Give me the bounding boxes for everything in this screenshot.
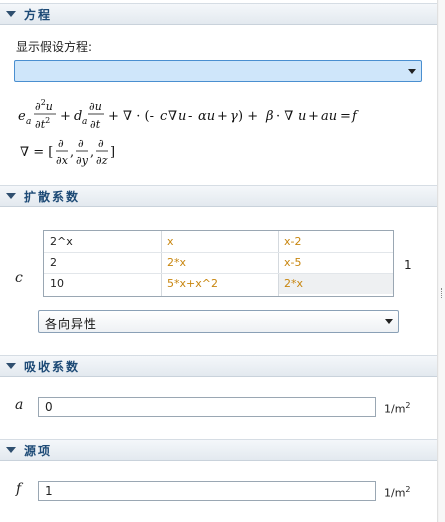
svg-text:a: a — [82, 117, 87, 127]
svg-text:+: + — [217, 109, 228, 124]
svg-text:∂: ∂ — [58, 137, 64, 150]
svg-text:∂: ∂ — [98, 137, 104, 150]
svg-text:∂t: ∂t — [90, 118, 101, 131]
vertical-scrollbar[interactable] — [437, 0, 445, 522]
svg-text:αu: αu — [198, 109, 215, 124]
svg-text:∇ = [: ∇ = [ — [20, 145, 53, 160]
anisotropy-dropdown[interactable]: 各向异性 — [38, 310, 399, 333]
svg-text:u: u — [178, 109, 186, 124]
svg-text:) +: ) + — [238, 109, 258, 124]
settings-panel: 方程 显示假设方程: e a ∂2u ∂t2 + d a ∂u ∂t + ∇ ·… — [0, 0, 437, 522]
section-title-source: 源项 — [24, 443, 53, 458]
equation-formula-graphic: e a ∂2u ∂t2 + d a ∂u ∂t + ∇ · (- c ∇ u -… — [18, 98, 359, 131]
show-equation-label: 显示假设方程: — [16, 40, 93, 54]
source-unit: 1/m2 — [384, 485, 411, 500]
svg-text:∂z: ∂z — [96, 154, 108, 167]
svg-text:c: c — [160, 109, 168, 124]
svg-text:au: au — [321, 109, 337, 124]
svg-text:· ∇: · ∇ — [276, 109, 293, 124]
equation-form-dropdown[interactable] — [14, 60, 422, 82]
svg-text:+: + — [60, 109, 71, 124]
matrix-divider — [278, 231, 279, 296]
svg-text:∂x: ∂x — [56, 154, 69, 167]
section-header-absorption[interactable]: 吸收系数 — [0, 355, 437, 377]
section-title-diffusion: 扩散系数 — [24, 189, 81, 204]
matrix-cell-2-2[interactable]: 2*x — [161, 253, 278, 273]
section-header-source[interactable]: 源项 — [0, 439, 437, 461]
source-symbol: f — [16, 481, 22, 497]
svg-text:∂u: ∂u — [89, 100, 102, 113]
svg-text:e: e — [18, 109, 26, 124]
scrollbar-grip-icon — [441, 288, 443, 298]
nabla-definition-graphic: ∇ = [ ∂ ∂x , ∂ ∂y , ∂ ∂z ] — [20, 137, 115, 167]
matrix-divider — [44, 273, 393, 274]
svg-text:=: = — [340, 109, 351, 124]
collapse-triangle-icon — [6, 193, 16, 199]
svg-text:+ ∇ · (-: + ∇ · (- — [108, 109, 154, 124]
svg-text:+: + — [308, 109, 319, 124]
svg-text:f: f — [351, 109, 359, 124]
section-title-absorption: 吸收系数 — [24, 359, 81, 374]
matrix-cell-2-1[interactable]: 2 — [44, 253, 161, 273]
svg-text:∇: ∇ — [168, 109, 177, 124]
absorption-symbol: a — [15, 397, 24, 413]
svg-text:]: ] — [110, 145, 115, 160]
source-input[interactable]: 1 — [38, 481, 376, 501]
equation-formula: e a ∂2u ∂t2 + d a ∂u ∂t + ∇ · (- c ∇ u -… — [18, 96, 438, 140]
matrix-divider — [44, 252, 393, 253]
chevron-down-icon — [385, 319, 393, 324]
svg-text:∂t2: ∂t2 — [35, 116, 50, 131]
scrollbar-thumb[interactable] — [439, 0, 445, 522]
svg-text:∂y: ∂y — [76, 154, 89, 167]
collapse-triangle-icon — [6, 447, 16, 453]
svg-text:∂2u: ∂2u — [35, 98, 53, 113]
source-unit-exponent: 2 — [405, 485, 411, 494]
diffusion-matrix: 2^x x x-2 2 2*x x-5 10 5*x+x^2 2*x — [43, 230, 394, 297]
section-header-diffusion[interactable]: 扩散系数 — [0, 185, 437, 207]
section-title-equation: 方程 — [24, 7, 53, 22]
chevron-down-icon — [408, 69, 416, 74]
svg-text:-: - — [188, 109, 192, 124]
collapse-triangle-icon — [6, 11, 16, 17]
svg-text:γ: γ — [230, 109, 238, 124]
absorption-unit-base: 1/m — [384, 402, 406, 416]
matrix-cell-1-2[interactable]: x — [161, 232, 278, 252]
svg-text:β: β — [265, 109, 274, 124]
section-header-equation[interactable]: 方程 — [0, 3, 437, 25]
anisotropy-value: 各向异性 — [45, 317, 98, 331]
svg-text:,: , — [70, 145, 74, 160]
absorption-input[interactable]: 0 — [38, 397, 376, 417]
svg-text:u: u — [298, 109, 306, 124]
matrix-cell-1-3[interactable]: x-2 — [278, 232, 393, 252]
diffusion-symbol: c — [15, 270, 23, 286]
collapse-triangle-icon — [6, 363, 16, 369]
svg-text:,: , — [90, 145, 94, 160]
matrix-cell-3-1[interactable]: 10 — [44, 274, 161, 294]
nabla-definition: ∇ = [ ∂ ∂x , ∂ ∂y , ∂ ∂z ] — [20, 136, 220, 176]
matrix-cell-3-2[interactable]: 5*x+x^2 — [161, 274, 278, 294]
matrix-cell-3-3[interactable]: 2*x — [278, 274, 393, 294]
matrix-cell-2-3[interactable]: x-5 — [278, 253, 393, 273]
diffusion-unit: 1 — [404, 258, 412, 272]
svg-text:a: a — [26, 117, 31, 127]
matrix-divider — [161, 231, 162, 296]
absorption-unit-exponent: 2 — [405, 401, 411, 410]
source-unit-base: 1/m — [384, 486, 406, 500]
svg-text:∂: ∂ — [78, 137, 84, 150]
absorption-unit: 1/m2 — [384, 401, 411, 416]
matrix-cell-1-1[interactable]: 2^x — [44, 232, 161, 252]
